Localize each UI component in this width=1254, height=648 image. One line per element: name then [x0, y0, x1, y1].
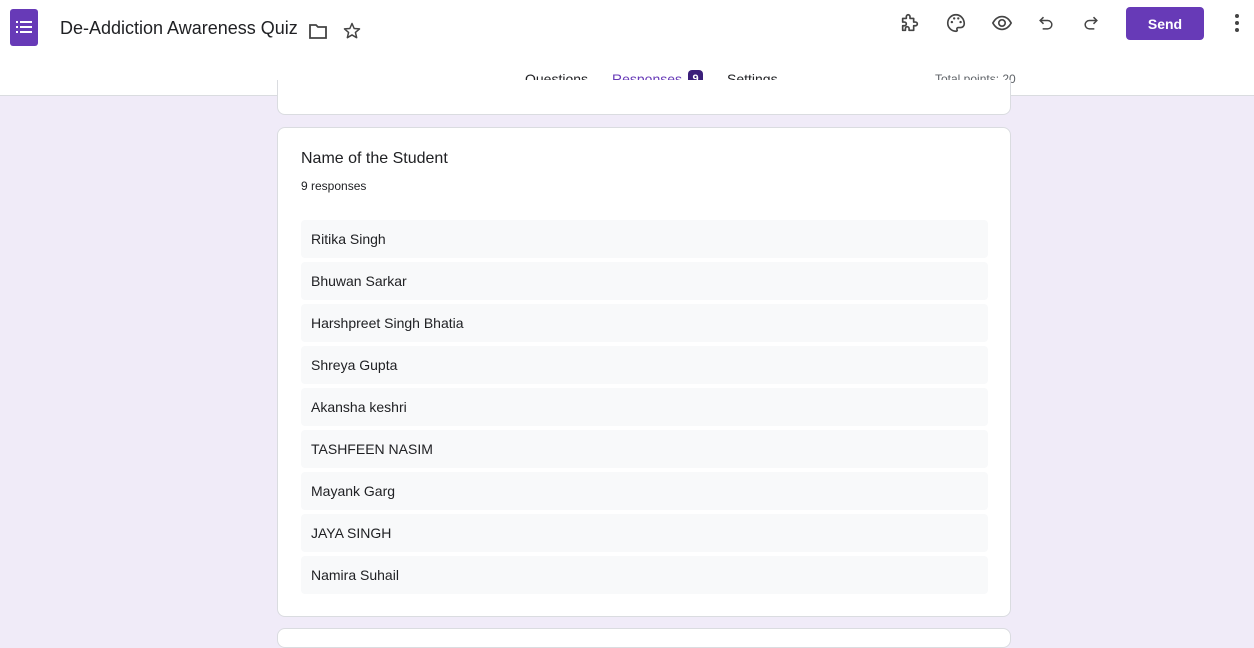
palette-icon[interactable] [940, 7, 972, 39]
response-item: Harshpreet Singh Bhatia [301, 304, 988, 342]
previous-question-card [277, 80, 1011, 115]
send-button[interactable]: Send [1126, 7, 1204, 40]
addon-puzzle-icon[interactable] [894, 7, 926, 39]
document-title[interactable]: De-Addiction Awareness Quiz [60, 18, 298, 39]
response-count: 9 responses [301, 179, 367, 193]
folder-icon[interactable] [302, 15, 334, 47]
next-question-card [277, 628, 1011, 648]
redo-icon[interactable] [1075, 7, 1107, 39]
response-item: Bhuwan Sarkar [301, 262, 988, 300]
star-icon[interactable] [336, 15, 368, 47]
response-item: Akansha keshri [301, 388, 988, 426]
response-item: TASHFEEN NASIM [301, 430, 988, 468]
response-item: Namira Suhail [301, 556, 988, 594]
question-summary-card: Name of the Student 9 responses Ritika S… [277, 127, 1011, 617]
response-list: Ritika Singh Bhuwan Sarkar Harshpreet Si… [301, 220, 988, 598]
undo-icon[interactable] [1030, 7, 1062, 39]
response-item: Ritika Singh [301, 220, 988, 258]
preview-eye-icon[interactable] [986, 7, 1018, 39]
more-vert-icon[interactable] [1221, 7, 1253, 39]
response-item: JAYA SINGH [301, 514, 988, 552]
response-item: Mayank Garg [301, 472, 988, 510]
question-title: Name of the Student [301, 150, 448, 167]
response-item: Shreya Gupta [301, 346, 988, 384]
forms-logo-icon[interactable] [10, 9, 38, 46]
